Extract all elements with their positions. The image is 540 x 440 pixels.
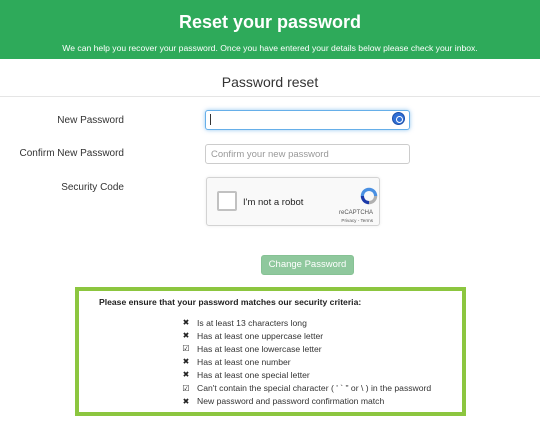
- recaptcha-checkbox[interactable]: [217, 191, 237, 211]
- criteria-list: ✖ Is at least 13 characters long ✖ Has at …: [181, 316, 431, 408]
- criteria-item: ✖ Has at least one number: [182, 356, 291, 367]
- cross-icon: ✖: [182, 331, 190, 341]
- divider: [0, 96, 540, 97]
- criteria-item: ✖ Is at least 13 characters long: [182, 317, 307, 328]
- change-password-button[interactable]: Change Password: [261, 255, 354, 275]
- new-password-label: New Password: [57, 115, 124, 126]
- password-criteria-panel: Please ensure that your password matches…: [75, 287, 466, 416]
- criteria-item: ✖ Has at least one uppercase letter: [182, 330, 324, 341]
- criteria-item: ✖ Has at least one special letter: [182, 369, 310, 380]
- text-cursor: [210, 114, 211, 125]
- recaptcha-links: Privacy - Terms: [341, 218, 373, 223]
- confirm-password-field[interactable]: [205, 144, 410, 164]
- section-title: Password reset: [221, 74, 319, 90]
- page-title: Reset your password: [178, 12, 362, 32]
- cross-icon: ✖: [182, 318, 190, 328]
- password-manager-icon[interactable]: [392, 112, 405, 125]
- privacy-link[interactable]: Privacy: [341, 218, 356, 223]
- criteria-item: ☑ Has at least one lowercase letter: [182, 343, 322, 354]
- check-square-icon: ☑: [182, 383, 190, 393]
- check-square-icon: ☑: [182, 344, 190, 354]
- recaptcha-widget: I'm not a robot reCAPTCHA Privacy - Term…: [206, 177, 380, 226]
- page-subtitle: We can help you recover your password. O…: [62, 43, 478, 53]
- criteria-item: ✖ New password and password confirmation …: [182, 396, 385, 407]
- terms-link[interactable]: Terms: [360, 218, 373, 223]
- header-banner: Reset your password We can help you reco…: [0, 0, 540, 59]
- cross-icon: ✖: [182, 396, 190, 406]
- recaptcha-label: I'm not a robot: [243, 197, 304, 208]
- cross-icon: ✖: [182, 357, 190, 367]
- criteria-heading: Please ensure that your password matches…: [99, 297, 362, 307]
- recaptcha-logo-icon: [360, 187, 378, 205]
- recaptcha-brand: reCAPTCHA: [338, 210, 373, 216]
- criteria-item: ☑ Can't contain the special character ( '…: [182, 383, 432, 394]
- cross-icon: ✖: [182, 370, 190, 380]
- new-password-field[interactable]: [205, 110, 410, 130]
- confirm-password-label: Confirm New Password: [19, 148, 124, 159]
- security-code-label: Security Code: [61, 182, 124, 193]
